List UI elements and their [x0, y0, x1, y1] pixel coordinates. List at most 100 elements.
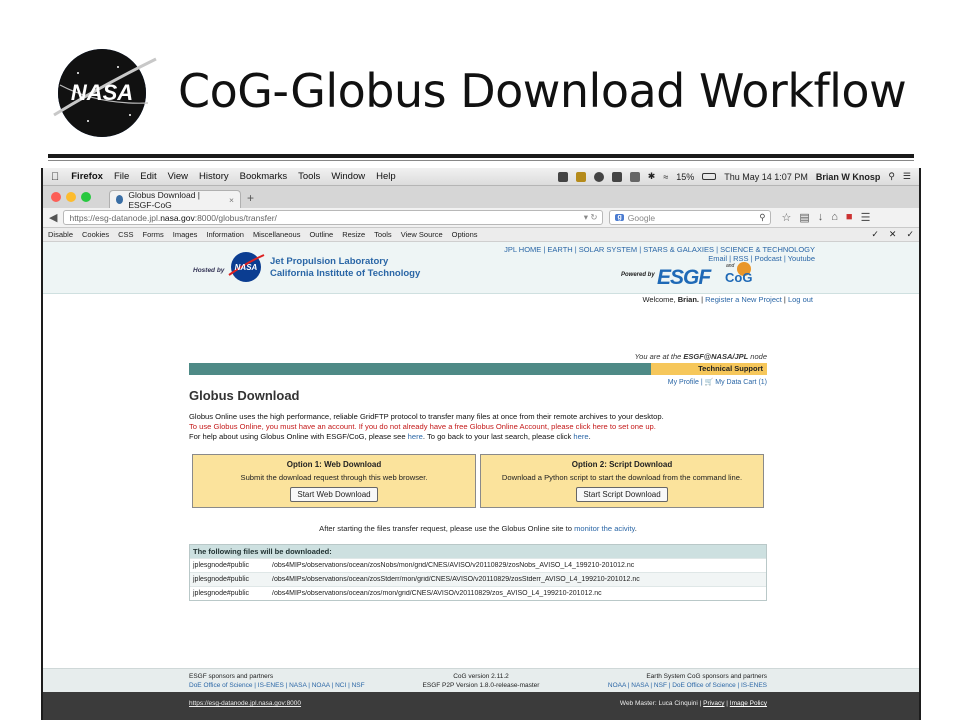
menu-bookmarks[interactable]: Bookmarks — [240, 171, 288, 182]
search-box[interactable]: g Google ⚲ — [609, 210, 772, 225]
devbar-resize[interactable]: Resize — [342, 230, 365, 239]
devbar-view-source[interactable]: View Source — [401, 230, 443, 239]
reload-icon[interactable]: ▾ ↻ — [584, 212, 598, 223]
search-engine-badge[interactable]: g — [615, 214, 624, 221]
bluetooth-icon[interactable]: ✱ — [648, 171, 656, 182]
home-icon[interactable]: ⌂ — [831, 211, 838, 224]
register-project-link[interactable]: Register a New Project — [705, 295, 782, 304]
devbar-disable[interactable]: Disable — [48, 230, 73, 239]
check-icon[interactable]: ✓ — [871, 229, 879, 240]
browser-screen:  Firefox File Edit View History Bookmar… — [43, 168, 919, 720]
technical-support-button[interactable]: Technical Support — [651, 363, 767, 375]
window-controls — [51, 192, 91, 202]
menu-edit[interactable]: Edit — [140, 171, 156, 182]
evernote-icon[interactable] — [557, 171, 568, 182]
devbar-css[interactable]: CSS — [118, 230, 133, 239]
check-icon-2[interactable]: ✓ — [906, 229, 914, 240]
reading-list-icon[interactable]: ▤ — [799, 211, 809, 224]
my-data-cart-link[interactable]: My Data Cart (1) — [715, 379, 767, 386]
minimize-window-button[interactable] — [66, 192, 76, 202]
devbar-options[interactable]: Options — [452, 230, 478, 239]
node-prefix: You are at the — [634, 352, 684, 361]
devbar-tools[interactable]: Tools — [374, 230, 392, 239]
slide-divider-thin — [48, 160, 914, 161]
menu-view[interactable]: View — [168, 171, 188, 182]
footer-right-links[interactable]: NOAA | NASA | NSF | DoE Office of Scienc… — [608, 681, 767, 690]
logout-link[interactable]: Log out — [788, 295, 813, 304]
start-script-download-button[interactable]: Start Script Download — [576, 487, 668, 502]
tab-title: Globus Download | ESGF-CoG — [128, 189, 200, 210]
devbar-images[interactable]: Images — [173, 230, 198, 239]
caltech-title[interactable]: California Institute of Technology — [270, 268, 420, 279]
display-icon[interactable] — [611, 171, 622, 182]
battery-icon[interactable] — [702, 173, 717, 180]
url-host: nasa.gov — [160, 212, 195, 223]
user-name[interactable]: Brian W Knosp — [816, 172, 881, 182]
back-text: . To go back to your last search, please… — [422, 432, 574, 441]
jpl-title[interactable]: Jet Propulsion Laboratory — [270, 256, 388, 267]
web-page: Hosted by NASA Jet Propulsion Laboratory… — [43, 242, 919, 720]
slide: NASA CoG-Globus Download Workflow  Fire… — [0, 0, 960, 720]
clock[interactable]: Thu May 14 1:07 PM — [724, 172, 808, 182]
menu-tools[interactable]: Tools — [298, 171, 320, 182]
shield-icon[interactable] — [575, 171, 586, 182]
menu-file[interactable]: File — [114, 171, 129, 182]
devbar-miscellaneous[interactable]: Miscellaneous — [253, 230, 301, 239]
spotlight-search-icon[interactable]: ⚲ — [888, 171, 895, 182]
option-description: Download a Python script to start the do… — [501, 473, 743, 482]
option-title: Option 2: Script Download — [571, 460, 673, 469]
cog-logo[interactable]: CoG — [725, 270, 752, 285]
url-suffix: :8000/globus/transfer/ — [194, 212, 277, 223]
tab-globus-download[interactable]: Globus Download | ESGF-CoG × — [109, 189, 241, 210]
devbar-information[interactable]: Information — [206, 230, 244, 239]
screenshot-frame:  Firefox File Edit View History Bookmar… — [41, 168, 921, 720]
node-name: ESGF@NASA/JPL — [683, 352, 749, 361]
devbar-outline[interactable]: Outline — [309, 230, 333, 239]
download-options: Option 1: Web Download Submit the downlo… — [189, 454, 767, 508]
zoom-window-button[interactable] — [81, 192, 91, 202]
esgf-logo[interactable]: ESGF — [657, 266, 711, 290]
bookmark-star-icon[interactable]: ☆ — [781, 211, 791, 224]
image-policy-link[interactable]: Image Policy — [730, 700, 767, 707]
nasa-small-logo[interactable]: NASA — [227, 251, 265, 283]
sync-icon[interactable] — [593, 171, 604, 182]
menu-app-firefox[interactable]: Firefox — [71, 171, 103, 182]
back-search-link[interactable]: here — [573, 432, 588, 441]
menu-help[interactable]: Help — [376, 171, 396, 182]
addon-icon[interactable]: ■ — [846, 211, 853, 224]
my-profile-link[interactable]: My Profile — [668, 379, 699, 386]
back-button[interactable]: ◀ — [49, 211, 57, 224]
wifi-icon[interactable]: ≈ — [663, 172, 668, 182]
devbar-cookies[interactable]: Cookies — [82, 230, 109, 239]
bottom-url-link[interactable]: https://esg-datanode.jpl.nasa.gov:8000 — [189, 700, 301, 707]
nasa-small-logo-text: NASA — [235, 263, 258, 272]
devbar-forms[interactable]: Forms — [143, 230, 164, 239]
close-window-button[interactable] — [51, 192, 61, 202]
monitor-activity-link[interactable]: monitor the acivity — [574, 524, 635, 533]
menu-window[interactable]: Window — [331, 171, 365, 182]
privacy-link[interactable]: Privacy — [703, 700, 724, 707]
node-indicator: You are at the ESGF@NASA/JPL node — [189, 352, 767, 361]
notification-center-icon[interactable]: ☰ — [903, 171, 911, 182]
help-link[interactable]: here — [408, 432, 423, 441]
airplay-icon[interactable] — [629, 171, 640, 182]
error-x-icon[interactable]: ✕ — [889, 229, 897, 240]
search-icon[interactable]: ⚲ — [759, 212, 765, 223]
after-suffix: . — [634, 524, 637, 533]
footer-cog-sponsors: Earth System CoG sponsors and partners N… — [608, 672, 767, 690]
close-tab-icon[interactable]: × — [229, 195, 234, 205]
url-bar[interactable]: https://esg-datanode.jpl. nasa.gov:8000/g… — [63, 210, 604, 225]
back-suffix: . — [588, 432, 591, 441]
menu-history[interactable]: History — [199, 171, 229, 182]
file-path: /obs4MIPs/observations/ocean/zosNobs/mon… — [272, 562, 635, 569]
top-links-secondary[interactable]: Email | RSS | Podcast | Youtube — [504, 254, 815, 263]
hamburger-menu-icon[interactable]: ☰ — [861, 211, 871, 224]
account-signup-link[interactable]: here — [593, 422, 608, 431]
download-icon[interactable]: ↓ — [818, 211, 824, 224]
apple-icon[interactable]:  — [51, 171, 59, 183]
slide-divider — [48, 154, 914, 158]
new-tab-button[interactable]: + — [247, 191, 254, 208]
cart-icon[interactable]: 🛒 — [705, 379, 714, 386]
start-web-download-button[interactable]: Start Web Download — [290, 487, 378, 502]
top-links-primary[interactable]: JPL HOME | EARTH | SOLAR SYSTEM | STARS … — [504, 245, 815, 254]
